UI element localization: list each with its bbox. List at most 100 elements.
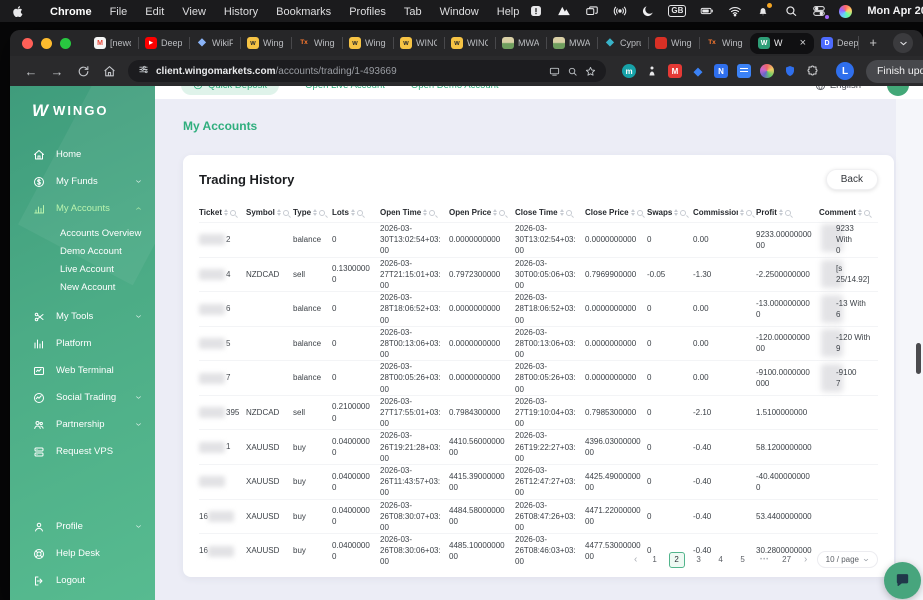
menu-item-tab[interactable]: Tab bbox=[395, 6, 431, 18]
menu-item-bookmarks[interactable]: Bookmarks bbox=[267, 6, 340, 18]
back-button[interactable]: Back bbox=[826, 169, 878, 190]
column-search-icon[interactable] bbox=[746, 210, 752, 216]
sort-icons[interactable] bbox=[779, 209, 783, 216]
column-search-icon[interactable] bbox=[566, 210, 572, 216]
sidebar-item-logout[interactable]: Logout bbox=[10, 567, 155, 594]
sort-icons[interactable] bbox=[674, 209, 678, 216]
sort-icons[interactable] bbox=[277, 209, 281, 216]
browser-tab[interactable]: ◆Cypru bbox=[597, 30, 648, 56]
sidebar-item-my-funds[interactable]: My Funds bbox=[10, 168, 155, 195]
browser-tab[interactable]: ◆WikiF bbox=[189, 30, 240, 56]
sort-icons[interactable] bbox=[631, 209, 635, 216]
sort-icons[interactable] bbox=[351, 209, 355, 216]
per-page-select[interactable]: 10 / page bbox=[817, 551, 878, 568]
forward-nav-icon[interactable]: → bbox=[46, 60, 68, 82]
browser-tab[interactable]: Wingo bbox=[648, 30, 699, 56]
site-settings-icon[interactable] bbox=[138, 62, 149, 80]
page-button-1[interactable]: 1 bbox=[647, 552, 663, 568]
menu-item-history[interactable]: History bbox=[215, 6, 267, 18]
user-avatar[interactable] bbox=[887, 86, 909, 96]
extensions-puzzle-icon[interactable] bbox=[806, 64, 820, 78]
extension-n-icon[interactable]: N bbox=[714, 64, 728, 78]
mountain-app-icon[interactable] bbox=[556, 4, 571, 19]
sidebar-item-partnership[interactable]: Partnership bbox=[10, 411, 155, 438]
language-selector[interactable]: English bbox=[815, 86, 861, 91]
reload-icon[interactable] bbox=[72, 60, 94, 82]
sort-icons[interactable] bbox=[493, 209, 497, 216]
address-bar[interactable]: client.wingomarkets.com/accounts/trading… bbox=[128, 60, 606, 82]
battery-icon[interactable] bbox=[699, 4, 714, 19]
extension-m-icon[interactable]: m bbox=[622, 64, 636, 78]
sidebar-item-profile[interactable]: Profile bbox=[10, 513, 155, 540]
column-search-icon[interactable] bbox=[357, 210, 363, 216]
chat-widget-button[interactable] bbox=[884, 562, 921, 599]
browser-tab[interactable]: wWingo bbox=[240, 30, 291, 56]
column-search-icon[interactable] bbox=[319, 210, 325, 216]
sort-icons[interactable] bbox=[740, 209, 744, 216]
menu-item-edit[interactable]: Edit bbox=[136, 6, 173, 18]
sidebar-subitem-demo-account[interactable]: Demo Account bbox=[10, 243, 155, 261]
do-not-disturb-moon-icon[interactable] bbox=[640, 4, 655, 19]
sidebar-item-social-trading[interactable]: Social Trading bbox=[10, 384, 155, 411]
finish-update-button[interactable]: Finish update⋮ bbox=[866, 60, 923, 83]
home-nav-icon[interactable] bbox=[98, 60, 120, 82]
open-live-account-link[interactable]: Open Live Account bbox=[305, 86, 385, 91]
bookmark-star-icon[interactable] bbox=[585, 66, 596, 77]
column-search-icon[interactable] bbox=[680, 210, 686, 216]
menu-item-help[interactable]: Help bbox=[488, 6, 529, 18]
column-search-icon[interactable] bbox=[864, 210, 870, 216]
quick-deposit-button[interactable]: Quick Deposit bbox=[181, 86, 279, 95]
column-search-icon[interactable] bbox=[283, 210, 289, 216]
browser-tab[interactable]: TxWingo bbox=[699, 30, 750, 56]
control-center-icon[interactable] bbox=[811, 4, 826, 19]
browser-tab[interactable]: wWingo bbox=[342, 30, 393, 56]
menu-item-window[interactable]: Window bbox=[431, 6, 488, 18]
airdrop-icon[interactable] bbox=[612, 4, 627, 19]
column-search-icon[interactable] bbox=[785, 210, 791, 216]
sort-icons[interactable] bbox=[313, 209, 317, 216]
sidebar-subitem-live-account[interactable]: Live Account bbox=[10, 261, 155, 279]
mission-control-icon[interactable] bbox=[584, 4, 599, 19]
page-button-2[interactable]: 2 bbox=[669, 552, 685, 568]
wifi-icon[interactable] bbox=[727, 4, 742, 19]
menu-item-view[interactable]: View bbox=[173, 6, 215, 18]
menu-item-file[interactable]: File bbox=[101, 6, 137, 18]
alert-badge-icon[interactable] bbox=[528, 4, 543, 19]
tab-search-button[interactable] bbox=[893, 33, 913, 53]
profile-avatar[interactable]: L bbox=[836, 62, 854, 80]
sidebar-item-my-accounts[interactable]: My Accounts bbox=[10, 195, 155, 222]
sidebar-item-home[interactable]: Home bbox=[10, 141, 155, 168]
extension-color-wheel-icon[interactable] bbox=[760, 64, 774, 78]
input-source-badge[interactable]: GB bbox=[668, 5, 686, 17]
extension-gem-icon[interactable]: ◆ bbox=[691, 64, 705, 78]
extension-person-icon[interactable] bbox=[645, 64, 659, 78]
browser-tab[interactable]: DDeepS bbox=[814, 30, 865, 56]
browser-tab[interactable]: MWAL bbox=[546, 30, 597, 56]
sidebar-subitem-accounts-overview[interactable]: Accounts Overview bbox=[10, 225, 155, 243]
sidebar-item-web-terminal[interactable]: Web Terminal bbox=[10, 357, 155, 384]
extension-docs-icon[interactable] bbox=[737, 64, 751, 78]
cast-icon[interactable] bbox=[549, 66, 560, 77]
column-search-icon[interactable] bbox=[429, 210, 435, 216]
sidebar-item-help-desk[interactable]: Help Desk bbox=[10, 540, 155, 567]
open-demo-account-link[interactable]: Open Demo Account bbox=[411, 86, 499, 91]
page-button-27[interactable]: 27 bbox=[779, 552, 795, 568]
sort-icons[interactable] bbox=[224, 209, 228, 216]
back-nav-icon[interactable]: ← bbox=[20, 60, 42, 82]
zoom-window-button[interactable] bbox=[60, 38, 71, 49]
menu-item-chrome[interactable]: Chrome bbox=[41, 6, 101, 18]
sort-icons[interactable] bbox=[858, 209, 862, 216]
menu-item-profiles[interactable]: Profiles bbox=[340, 6, 395, 18]
sort-icons[interactable] bbox=[560, 209, 564, 216]
minimize-window-button[interactable] bbox=[41, 38, 52, 49]
extension-shield-icon[interactable] bbox=[783, 64, 797, 78]
sidebar-subitem-new-account[interactable]: New Account bbox=[10, 279, 155, 297]
zoom-page-icon[interactable] bbox=[567, 66, 578, 77]
browser-tab[interactable]: ▶Deep bbox=[138, 30, 189, 56]
prev-page-button[interactable]: ‹ bbox=[631, 554, 641, 565]
sort-icons[interactable] bbox=[423, 209, 427, 216]
close-window-button[interactable] bbox=[22, 38, 33, 49]
sidebar-item-platform[interactable]: Platform bbox=[10, 330, 155, 357]
browser-tab[interactable]: TxWingo bbox=[291, 30, 342, 56]
column-search-icon[interactable] bbox=[230, 210, 236, 216]
